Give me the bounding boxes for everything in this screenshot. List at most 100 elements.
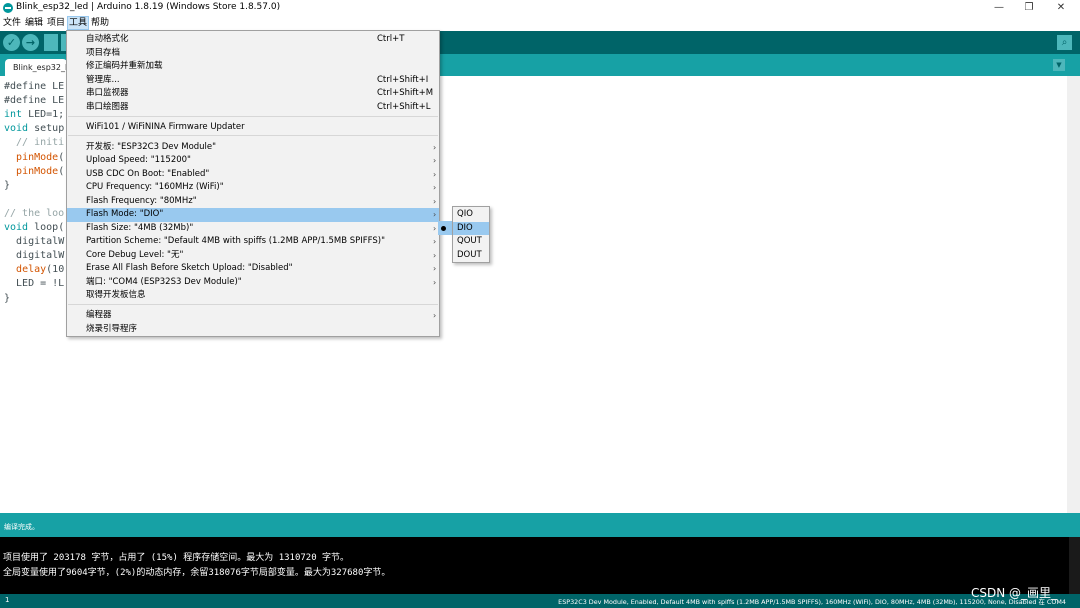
minimize-button[interactable]: —	[984, 0, 1014, 16]
verify-button[interactable]: ✓	[3, 34, 20, 51]
code-line: digitalW	[4, 249, 64, 263]
tools-menu-item[interactable]: Partition Scheme: "Default 4MB with spif…	[67, 235, 439, 249]
tools-menu-item[interactable]: Flash Size: "4MB (32Mb)" ›	[67, 222, 439, 236]
menu-item-shortcut: Ctrl+Shift+L	[377, 101, 431, 112]
menu-item-label: USB CDC On Boot: "Enabled"	[86, 168, 210, 179]
chevron-right-icon: ›	[433, 223, 437, 233]
menu-item-label: WiFi101 / WiFiNINA Firmware Updater	[86, 122, 245, 132]
close-button[interactable]: ✕	[1046, 0, 1076, 16]
menu-item-label: 取得开发板信息	[86, 290, 146, 300]
tools-menu-item[interactable]: CPU Frequency: "160MHz (WiFi)" ›	[67, 181, 439, 195]
menu-item-label: Flash Mode: "DIO"	[86, 209, 164, 219]
flash-mode-option[interactable]: DIO	[441, 221, 489, 235]
tools-menu-item[interactable]: Flash Mode: "DIO" ›	[67, 208, 439, 222]
menu-item-label: 烧录引导程序	[86, 323, 138, 334]
menu-item-label: Flash Size: "4MB (32Mb)"	[86, 222, 194, 233]
chevron-right-icon: ›	[433, 277, 437, 287]
menu-item-shortcut: Ctrl+T	[377, 34, 405, 44]
code-token: LED=1;	[22, 109, 65, 121]
tools-menu-item[interactable]: USB CDC On Boot: "Enabled" ›	[67, 168, 439, 182]
maximize-button[interactable]: ❐	[1014, 0, 1044, 16]
menu-item-label: 自动格式化	[86, 34, 129, 44]
menu-edit[interactable]: 编辑	[24, 17, 44, 29]
tools-menu-item[interactable]: 端口: "COM4 (ESP32S3 Dev Module)" ›	[67, 276, 439, 290]
code-token: pinMode	[16, 151, 59, 163]
tab-menu-button[interactable]: ▼	[1053, 59, 1065, 71]
code-token: setup	[28, 123, 65, 135]
code-line: int LED=1;	[4, 108, 64, 122]
watermark: CSDN @_画里_	[971, 586, 1058, 600]
tools-menu-item[interactable]: 自动格式化 Ctrl+T	[67, 33, 439, 47]
tools-menu-item[interactable]: 串口绘图器 Ctrl+Shift+L	[67, 101, 439, 115]
chevron-right-icon: ›	[433, 210, 437, 219]
tools-menu-item[interactable]: Erase All Flash Before Sketch Upload: "D…	[67, 262, 439, 276]
chevron-right-icon: ›	[433, 237, 437, 246]
chevron-right-icon: ›	[433, 169, 437, 179]
code-line: void setup	[4, 122, 64, 136]
code-token: digitalW	[16, 236, 65, 248]
tab-sketch[interactable]: Blink_esp32_le	[5, 59, 67, 76]
tools-menu-item[interactable]: Flash Frequency: "80MHz" ›	[67, 195, 439, 209]
console-output: 项目使用了 203178 字节，占用了 (15%) 程序存储空间。最大为 131…	[0, 537, 1080, 594]
menu-item-shortcut: Ctrl+Shift+M	[377, 88, 434, 98]
footer-bar: 1 ESP32C3 Dev Module, Enabled, Default 4…	[0, 594, 1080, 608]
menu-item-label: 管理库...	[86, 74, 120, 85]
tools-menu-item[interactable]: 开发板: "ESP32C3 Dev Module" ›	[67, 141, 439, 155]
tools-menu-item[interactable]: Core Debug Level: "无" ›	[67, 249, 439, 263]
window-title: Blink_esp32_led | Arduino 1.8.19 (Window…	[16, 2, 281, 12]
flash-mode-option[interactable]: QIO	[453, 208, 489, 222]
chevron-right-icon: ›	[433, 264, 437, 273]
upload-button[interactable]: →	[22, 34, 39, 51]
menu-item-label: 修正编码并重新加载	[86, 61, 163, 71]
code-token: }	[4, 179, 11, 191]
tools-menu-item[interactable]: 项目存档	[67, 47, 439, 61]
code-token: delay	[16, 264, 47, 276]
chevron-right-icon: ›	[433, 196, 437, 206]
serial-monitor-button[interactable]: ⌕	[1057, 35, 1072, 50]
menu-item-label: 串口监视器	[86, 88, 129, 98]
code-token: digitalW	[16, 250, 65, 262]
chevron-right-icon: ›	[433, 156, 437, 165]
menu-sketch[interactable]: 项目	[46, 17, 66, 29]
menu-help[interactable]: 帮助	[90, 17, 110, 29]
tools-menu-item[interactable]: 取得开发板信息	[67, 289, 439, 303]
option-label: QOUT	[457, 236, 482, 246]
arduino-app-icon	[3, 3, 13, 13]
code-line: digitalW	[4, 235, 64, 249]
menu-bar: 文件 编辑 项目 工具 帮助	[0, 16, 1080, 30]
code-line: // initi	[4, 136, 64, 150]
menu-separator	[68, 304, 438, 305]
code-token: // the loo	[4, 207, 65, 219]
option-label: DOUT	[457, 249, 482, 260]
tools-menu-item[interactable]: 管理库... Ctrl+Shift+I	[67, 74, 439, 88]
code-token: loop(	[28, 222, 65, 233]
tools-menu-item[interactable]: 编程器 ›	[67, 309, 439, 323]
code-token: int	[4, 109, 23, 121]
chevron-right-icon: ›	[433, 183, 437, 192]
console-scrollbar[interactable]	[1069, 537, 1080, 594]
code-line: #define LE	[4, 94, 64, 108]
menu-separator	[68, 116, 438, 117]
tools-menu-item[interactable]: Upload Speed: "115200" ›	[67, 154, 439, 168]
code-token: (10	[46, 264, 65, 276]
code-token: #define LE	[4, 81, 65, 92]
editor-scrollbar[interactable]	[1067, 76, 1080, 513]
menu-tools[interactable]: 工具	[67, 16, 90, 30]
tools-menu-item[interactable]: 修正编码并重新加载	[67, 60, 439, 74]
radio-selected-icon	[441, 225, 446, 231]
option-label: DIO	[457, 222, 473, 233]
menu-file[interactable]: 文件	[2, 17, 22, 29]
flash-mode-option[interactable]: DOUT	[453, 249, 489, 263]
tools-menu-item[interactable]: 烧录引导程序	[67, 323, 439, 337]
new-sketch-button[interactable]	[44, 34, 58, 51]
menu-item-label: 编程器	[86, 310, 112, 320]
menu-item-label: Core Debug Level: "无"	[86, 249, 184, 260]
tools-menu-item[interactable]: 串口监视器 Ctrl+Shift+M	[67, 87, 439, 101]
menu-item-label: Flash Frequency: "80MHz"	[86, 195, 197, 206]
code-token: (	[58, 165, 65, 177]
tools-menu-item[interactable]: WiFi101 / WiFiNINA Firmware Updater	[67, 121, 439, 135]
flash-mode-option[interactable]: QOUT	[453, 235, 489, 249]
menu-item-shortcut: Ctrl+Shift+I	[377, 74, 429, 85]
